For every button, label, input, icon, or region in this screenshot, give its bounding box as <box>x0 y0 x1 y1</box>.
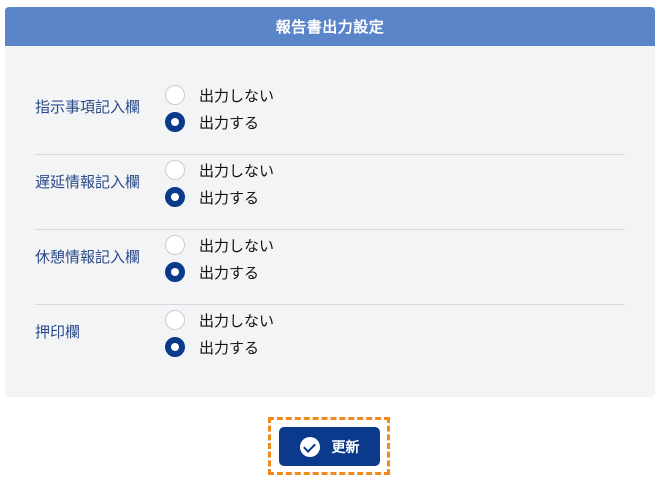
radio-label: 出力しない <box>199 86 275 105</box>
radio-option-no-output[interactable]: 出力しない <box>165 233 274 257</box>
radio-group: 出力しない 出力する <box>165 233 274 287</box>
setting-label: 押印欄 <box>35 323 81 341</box>
radio-option-output[interactable]: 出力する <box>165 260 274 284</box>
radio-checked-icon[interactable] <box>165 337 185 357</box>
radio-group: 出力しない 出力する <box>165 158 274 212</box>
radio-group: 出力しない 出力する <box>165 308 274 362</box>
radio-checked-icon[interactable] <box>165 262 185 282</box>
radio-label: 出力しない <box>199 161 275 180</box>
setting-label: 指示事項記入欄 <box>35 98 141 116</box>
radio-unchecked-icon[interactable] <box>165 160 185 180</box>
settings-list: 指示事項記入欄 出力しない 出力する 遅延情報記入欄 出力しない 出力する 休憩… <box>35 80 625 380</box>
radio-option-output[interactable]: 出力する <box>165 185 274 209</box>
setting-row-seal: 押印欄 出力しない 出力する <box>35 305 625 380</box>
radio-unchecked-icon[interactable] <box>165 310 185 330</box>
radio-label: 出力する <box>199 338 260 357</box>
radio-label: 出力しない <box>199 311 275 330</box>
update-button-label: 更新 <box>331 439 360 456</box>
panel-title: 報告書出力設定 <box>5 7 655 46</box>
radio-checked-icon[interactable] <box>165 112 185 132</box>
setting-label: 遅延情報記入欄 <box>35 173 141 191</box>
radio-option-no-output[interactable]: 出力しない <box>165 158 274 182</box>
setting-label: 休憩情報記入欄 <box>35 248 141 266</box>
update-button[interactable]: 更新 <box>279 427 380 466</box>
setting-row-break-info: 休憩情報記入欄 出力しない 出力する <box>35 230 625 305</box>
radio-option-no-output[interactable]: 出力しない <box>165 83 274 107</box>
radio-unchecked-icon[interactable] <box>165 85 185 105</box>
radio-checked-icon[interactable] <box>165 187 185 207</box>
radio-label: 出力する <box>199 188 260 207</box>
radio-option-output[interactable]: 出力する <box>165 335 274 359</box>
radio-group: 出力しない 出力する <box>165 83 274 137</box>
setting-row-delay-info: 遅延情報記入欄 出力しない 出力する <box>35 155 625 230</box>
radio-option-output[interactable]: 出力する <box>165 110 274 134</box>
radio-label: 出力しない <box>199 236 275 255</box>
radio-label: 出力する <box>199 113 260 132</box>
radio-option-no-output[interactable]: 出力しない <box>165 308 274 332</box>
radio-unchecked-icon[interactable] <box>165 235 185 255</box>
radio-label: 出力する <box>199 263 260 282</box>
check-circle-icon <box>299 436 320 457</box>
setting-row-instructions: 指示事項記入欄 出力しない 出力する <box>35 80 625 155</box>
report-output-settings-panel: 報告書出力設定 指示事項記入欄 出力しない 出力する 遅延情報記入欄 出力しない… <box>5 7 655 397</box>
